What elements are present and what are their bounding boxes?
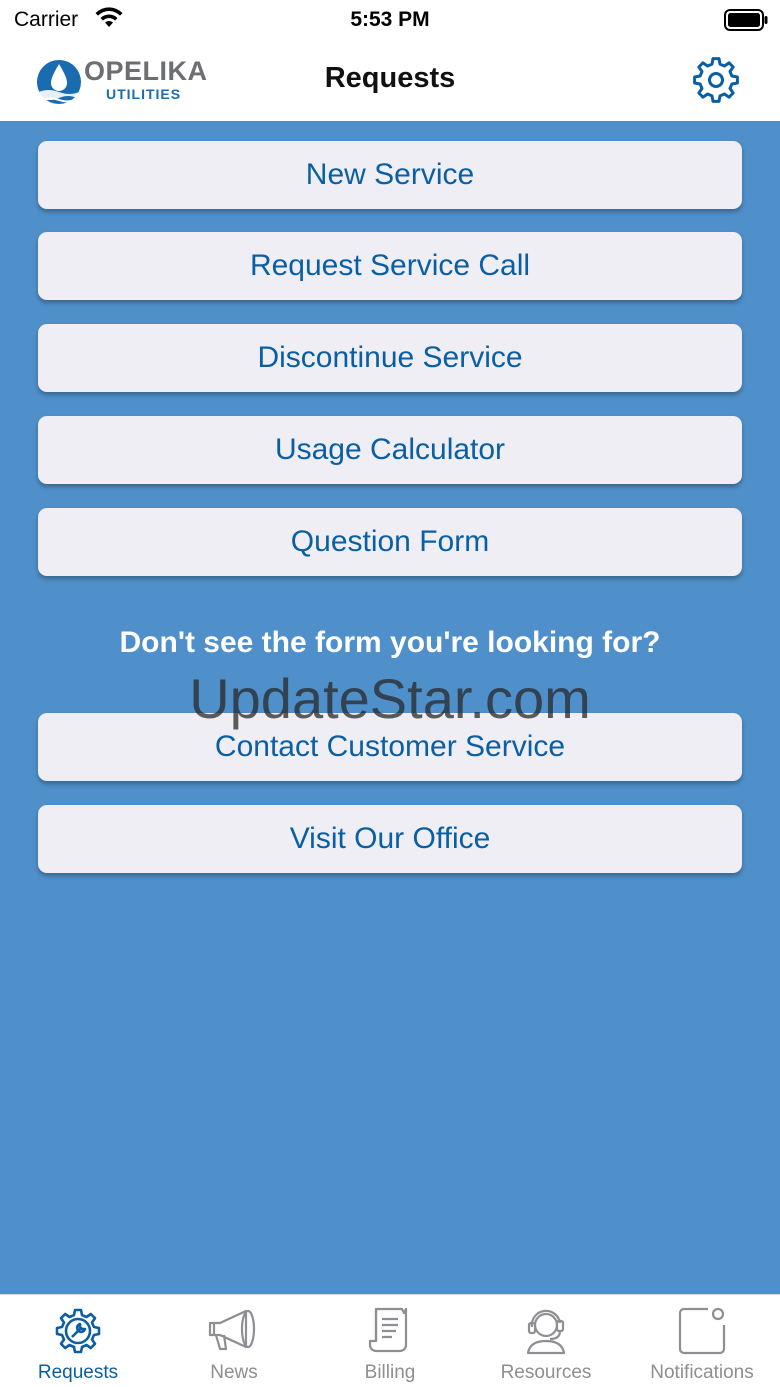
usage-calculator-button[interactable]: Usage Calculator	[38, 416, 742, 484]
tab-label: Notifications	[650, 1362, 754, 1383]
status-bar: Carrier 5:53 PM	[0, 0, 780, 40]
requests-content: New Service Request Service Call Discont…	[0, 121, 780, 1294]
tab-label: Resources	[500, 1362, 592, 1383]
nav-header: OPELIKA UTILITIES Requests	[0, 40, 780, 121]
notification-icon	[678, 1307, 726, 1355]
discontinue-service-button[interactable]: Discontinue Service	[38, 324, 742, 392]
request-service-call-button[interactable]: Request Service Call	[38, 232, 742, 300]
new-service-button[interactable]: New Service	[38, 141, 742, 209]
tab-bar: Requests News Billing Resources Notifica…	[0, 1294, 780, 1387]
headset-icon	[526, 1309, 566, 1355]
page-title: Requests	[324, 62, 456, 94]
tab-billing[interactable]: Billing	[312, 1295, 468, 1387]
tab-label: Requests	[37, 1362, 119, 1383]
tab-news[interactable]: News	[156, 1295, 312, 1387]
tab-label: News	[210, 1362, 258, 1383]
receipt-icon	[368, 1307, 408, 1353]
question-form-button[interactable]: Question Form	[38, 508, 742, 576]
contact-customer-service-button[interactable]: Contact Customer Service	[38, 713, 742, 781]
battery-icon	[724, 9, 768, 31]
tab-notifications[interactable]: Notifications	[624, 1295, 780, 1387]
tab-resources[interactable]: Resources	[468, 1295, 624, 1387]
gear-wrench-icon	[55, 1308, 101, 1354]
gear-icon[interactable]	[692, 56, 740, 104]
status-time: 5:53 PM	[350, 8, 430, 31]
megaphone-icon	[208, 1309, 256, 1351]
tab-label: Billing	[364, 1362, 416, 1383]
tab-requests[interactable]: Requests	[0, 1295, 156, 1387]
visit-our-office-button[interactable]: Visit Our Office	[38, 805, 742, 873]
missing-form-prompt: Don't see the form you're looking for?	[119, 626, 661, 659]
